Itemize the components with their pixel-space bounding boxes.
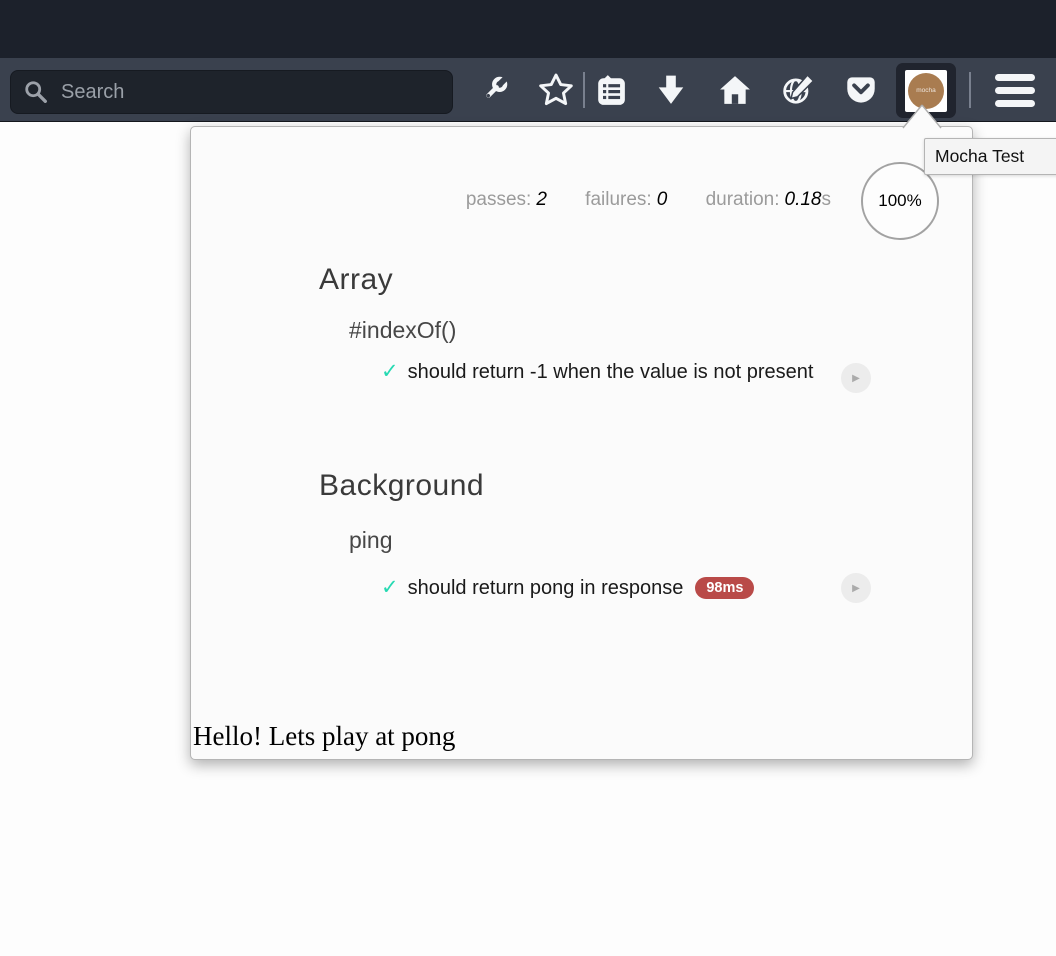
failures-value: 0 <box>657 189 668 210</box>
reading-list-button[interactable] <box>584 58 638 122</box>
pass-check-icon: ✓ <box>381 576 399 599</box>
window-titlebar <box>0 0 1056 58</box>
popup-anchor-arrow <box>900 102 944 129</box>
pocket-icon <box>845 75 877 105</box>
suite-title-ping: ping <box>349 527 392 554</box>
mocha-stats: passes:2 failures:0 duration:0.18s <box>466 189 831 211</box>
browser-toolbar: mocha <box>0 58 1056 122</box>
globe-pencil-icon <box>782 73 816 107</box>
home-icon <box>719 74 751 106</box>
list-icon <box>595 74 627 106</box>
pocket-button[interactable] <box>834 58 888 122</box>
search-bar[interactable] <box>10 70 453 114</box>
wrench-icon <box>478 74 510 106</box>
download-arrow-icon <box>656 74 686 106</box>
mocha-popup-panel: passes:2 failures:0 duration:0.18s 100% … <box>190 126 973 760</box>
play-icon: ▶ <box>852 373 860 384</box>
duration-value: 0.18 <box>785 189 822 210</box>
replay-test-button[interactable]: ▶ <box>841 363 871 393</box>
duration-badge: 98ms <box>695 577 754 599</box>
test-title: should return -1 when the value is not p… <box>408 361 814 383</box>
failures-label: failures: <box>585 189 652 210</box>
pass-check-icon: ✓ <box>381 360 399 383</box>
developer-tools-button[interactable] <box>467 58 521 122</box>
tooltip-text: Mocha Test <box>935 146 1024 167</box>
menu-button[interactable] <box>988 58 1042 122</box>
search-input[interactable] <box>61 81 440 104</box>
downloads-button[interactable] <box>644 58 698 122</box>
extension-tooltip: Mocha Test <box>924 138 1056 175</box>
search-icon <box>23 79 49 105</box>
page-greeting-text: Hello! Lets play at pong <box>193 721 455 752</box>
star-icon <box>539 73 573 107</box>
suite-title-indexof: #indexOf() <box>349 317 456 344</box>
suite-title-array: Array <box>319 263 393 297</box>
replay-test-button[interactable]: ▶ <box>841 573 871 603</box>
hamburger-icon <box>995 74 1035 107</box>
sketch-extension-button[interactable] <box>772 58 826 122</box>
duration-unit: s <box>822 189 832 210</box>
bookmark-star-button[interactable] <box>529 58 583 122</box>
play-icon: ▶ <box>852 583 860 594</box>
passes-label: passes: <box>466 189 531 210</box>
passes-value: 2 <box>536 189 547 210</box>
duration-label: duration: <box>706 189 780 210</box>
test-title: should return pong in response <box>408 577 684 599</box>
test-row: ✓ should return -1 when the value is not … <box>381 354 836 390</box>
home-button[interactable] <box>708 58 762 122</box>
toolbar-separator <box>969 72 971 108</box>
progress-value: 100% <box>878 191 921 211</box>
suite-title-background: Background <box>319 469 484 503</box>
test-row: ✓ should return pong in response 98ms <box>381 570 754 606</box>
